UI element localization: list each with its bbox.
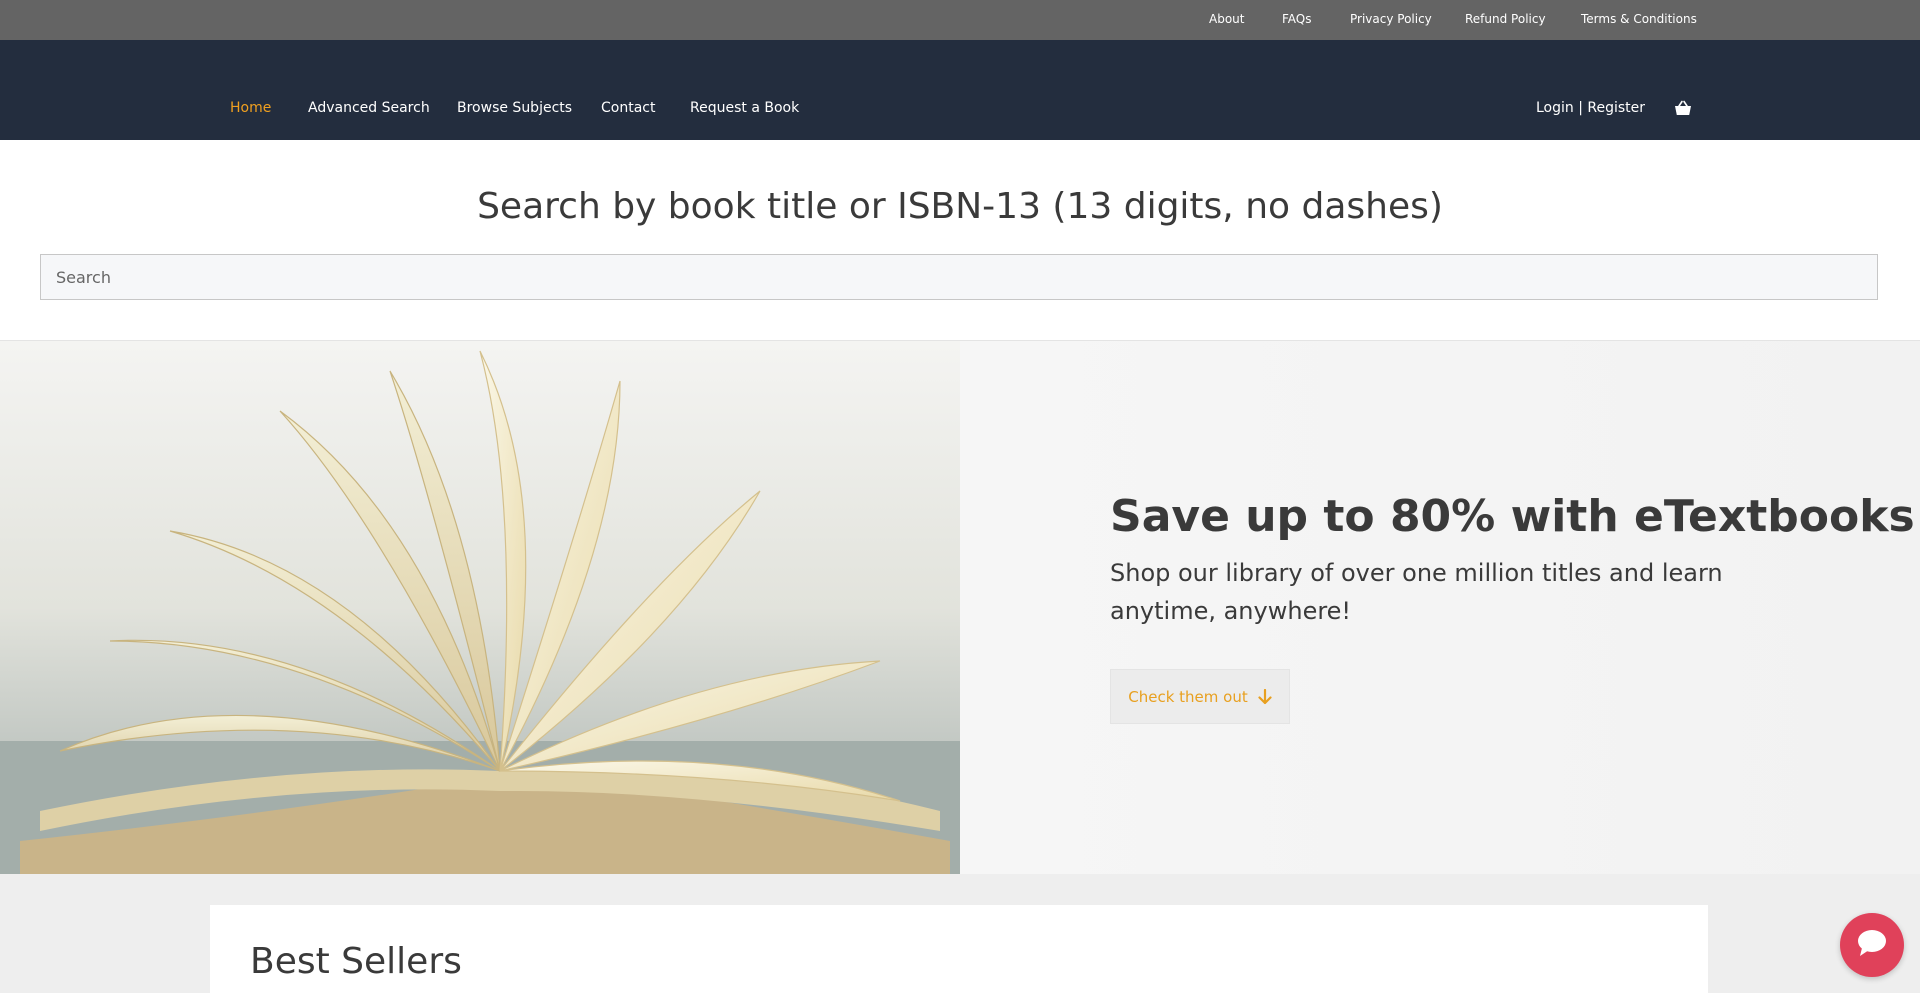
nav-contact[interactable]: Contact [601,100,655,116]
top-link-faqs[interactable]: FAQs [1282,12,1312,26]
chat-button[interactable] [1840,913,1904,977]
top-link-about[interactable]: About [1209,12,1244,26]
search-input[interactable] [40,254,1878,300]
top-utility-bar: About FAQs Privacy Policy Refund Policy … [0,0,1920,40]
hero-subheading: Shop our library of over one million tit… [1110,559,1723,625]
search-section: Search by book title or ISBN-13 (13 digi… [0,140,1920,341]
arrow-down-icon [1258,688,1272,705]
best-sellers-title: Best Sellers [250,941,462,982]
search-title: Search by book title or ISBN-13 (13 digi… [477,186,1443,227]
chat-bubble-icon [1856,929,1888,961]
check-them-out-button[interactable]: Check them out [1110,669,1290,724]
login-register-link[interactable]: Login | Register [1536,100,1645,116]
open-book-image [0,341,960,874]
nav-browse-subjects[interactable]: Browse Subjects [457,100,572,116]
nav-home[interactable]: Home [230,100,271,116]
hero-banner: Save up to 80% with eTextbooks! Shop our… [0,341,1920,874]
shopping-basket-icon[interactable] [1674,100,1692,116]
check-them-out-label: Check them out [1128,687,1248,706]
nav-request-a-book[interactable]: Request a Book [690,100,799,116]
top-link-terms-conditions[interactable]: Terms & Conditions [1581,12,1697,26]
nav-advanced-search[interactable]: Advanced Search [308,100,430,116]
main-navbar: Home Advanced Search Browse Subjects Con… [0,40,1920,140]
top-link-refund-policy[interactable]: Refund Policy [1465,12,1546,26]
best-sellers-section: Best Sellers [210,905,1708,993]
hero-heading: Save up to 80% with eTextbooks! [1110,491,1920,542]
top-link-privacy-policy[interactable]: Privacy Policy [1350,12,1432,26]
